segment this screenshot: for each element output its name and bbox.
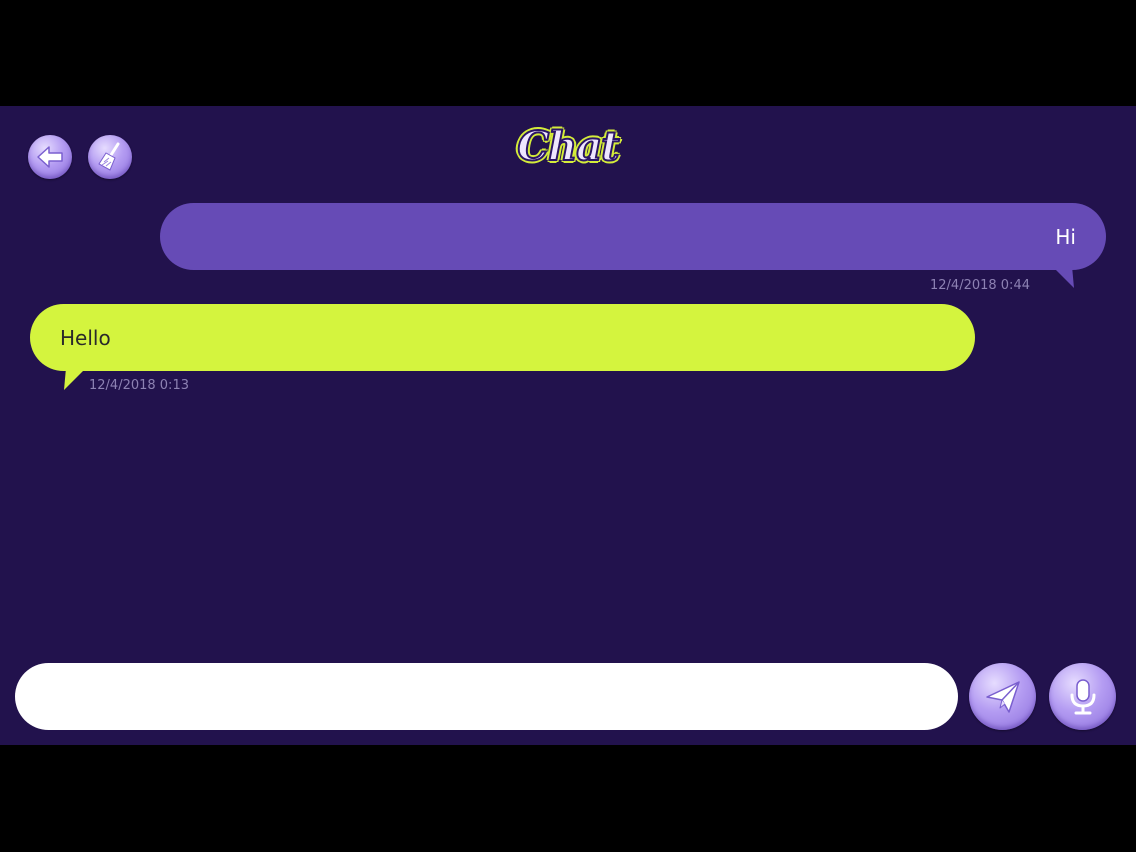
message-timestamp: 12/4/2018 0:44 <box>930 278 1030 293</box>
microphone-button[interactable] <box>1049 663 1116 730</box>
back-button[interactable] <box>28 135 72 179</box>
page-title: Chat <box>468 118 668 174</box>
message-bubble-outgoing: Hi <box>160 203 1106 270</box>
letterbox-top <box>0 0 1136 106</box>
microphone-icon <box>1070 678 1095 714</box>
message-timestamp: 12/4/2018 0:13 <box>89 378 189 393</box>
clear-chat-button[interactable] <box>88 135 132 179</box>
bubble-tail-incoming <box>57 368 87 390</box>
arrow-left-icon <box>37 146 63 168</box>
paper-plane-icon <box>985 680 1020 713</box>
message-bubble-incoming: Hello <box>30 304 975 371</box>
chat-screen: Chat Hi 12/4/2018 0:44 Hello 12/4/2018 0… <box>0 106 1136 745</box>
message-text: Hello <box>60 325 111 350</box>
message-text: Hi <box>1055 224 1076 249</box>
page-title-text: Chat <box>516 122 620 171</box>
message-input[interactable] <box>15 663 958 730</box>
send-button[interactable] <box>969 663 1036 730</box>
letterbox-bottom <box>0 745 1136 852</box>
broom-icon <box>98 142 120 171</box>
